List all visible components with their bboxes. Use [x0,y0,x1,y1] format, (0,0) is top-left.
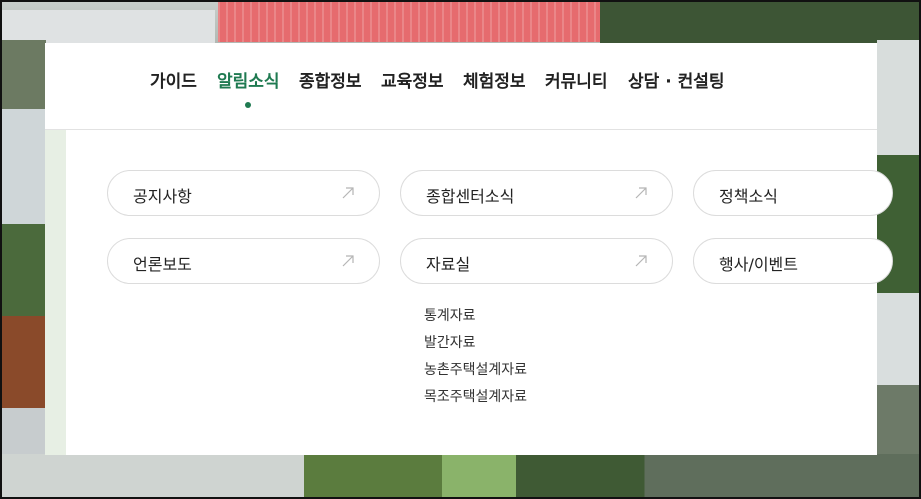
background-bottom-strip [0,454,921,499]
arrow-up-right-icon [342,255,354,267]
arrow-up-right-icon [342,187,354,199]
active-indicator-dot [245,102,251,108]
menu-center-news[interactable]: 종합센터소식 [400,170,673,216]
nav-item-education-info[interactable]: 교육정보 [381,67,444,92]
nav-item-guide[interactable]: 가이드 [150,67,197,92]
side-accent-strip [45,130,66,455]
nav-item-news[interactable]: 알림소식 [217,67,280,92]
menu-label: 공지사항 [133,187,192,206]
menu-events[interactable]: 행사/이벤트 [693,238,893,284]
nav-item-consulting[interactable]: 상담 · 컨설팅 [628,67,725,92]
submenu-rural-housing-design[interactable]: 농촌주택설계자료 [424,360,527,387]
main-nav: 가이드 알림소식 종합정보 교육정보 체험정보 커뮤니티 상담 · 컨설팅 [45,43,877,130]
nav-item-experience-info[interactable]: 체험정보 [463,67,526,92]
background-left-strip [0,40,46,499]
archive-submenu: 통계자료 발간자료 농촌주택설계자료 목조주택설계자료 [424,306,527,414]
menu-press[interactable]: 언론보도 [107,238,380,284]
background-roof-red [218,2,610,42]
mega-menu-panel: 가이드 알림소식 종합정보 교육정보 체험정보 커뮤니티 상담 · 컨설팅 공지… [45,43,893,455]
submenu-publications[interactable]: 발간자료 [424,333,527,360]
menu-label: 정책소식 [719,187,778,206]
menu-label: 언론보도 [133,255,192,274]
menu-archive[interactable]: 자료실 [400,238,673,284]
nav-item-general-info[interactable]: 종합정보 [299,67,362,92]
menu-label: 종합센터소식 [426,187,515,206]
submenu-statistics[interactable]: 통계자료 [424,306,527,333]
submenu-wooden-housing-design[interactable]: 목조주택설계자료 [424,387,527,414]
menu-label: 행사/이벤트 [719,255,798,274]
background-roof-white [0,10,215,44]
arrow-up-right-icon [635,187,647,199]
arrow-up-right-icon [635,255,647,267]
menu-policy-news[interactable]: 정책소식 [693,170,893,216]
nav-item-community[interactable]: 커뮤니티 [545,67,608,92]
menu-label: 자료실 [426,255,471,274]
menu-notice[interactable]: 공지사항 [107,170,380,216]
